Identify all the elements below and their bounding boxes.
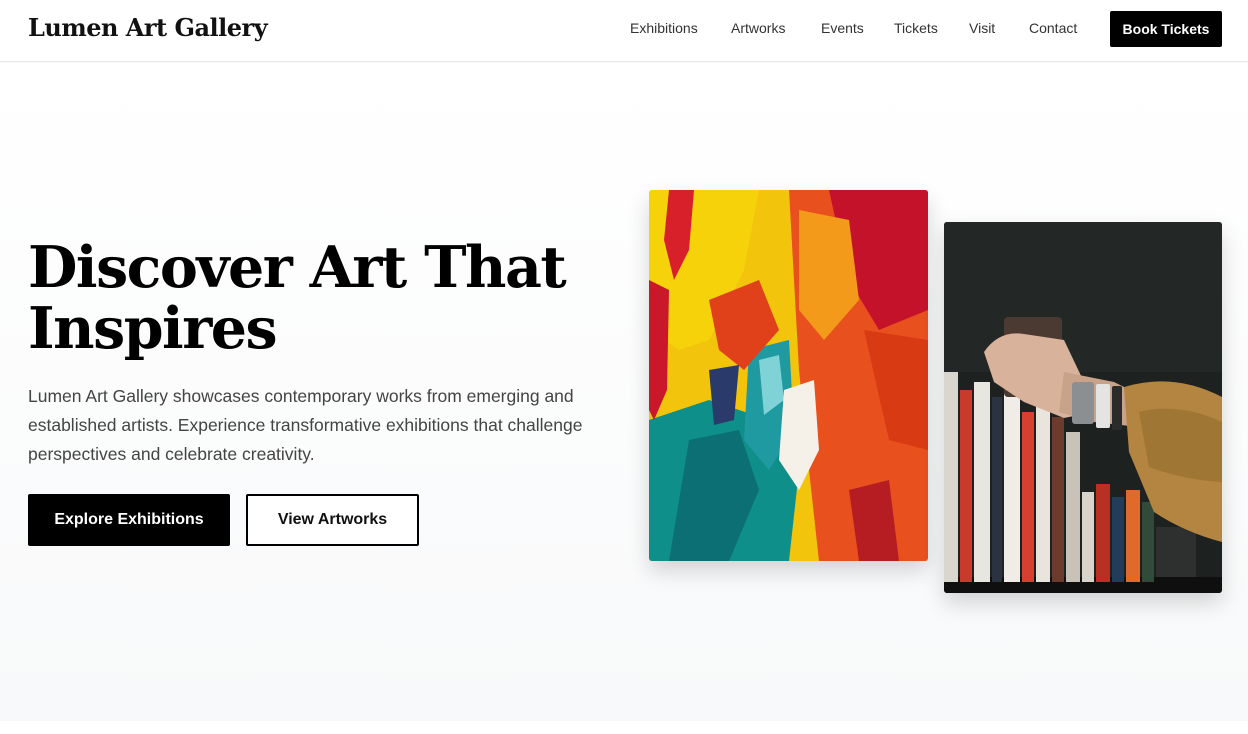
nav-events[interactable]: Events: [821, 20, 864, 36]
nav-artworks[interactable]: Artworks: [731, 20, 785, 36]
bookshelf-hand-graphic: [944, 222, 1222, 593]
hero-title-line-1: Discover Art That: [28, 234, 567, 301]
bookshelf-hand-image[interactable]: [944, 222, 1222, 593]
nav-visit[interactable]: Visit: [969, 20, 995, 36]
nav-contact[interactable]: Contact: [1029, 20, 1077, 36]
hero-title-line-2: Inspires: [28, 295, 278, 362]
hero-description: Lumen Art Gallery showcases contemporary…: [28, 386, 583, 464]
view-artworks-button[interactable]: View Artworks: [246, 494, 419, 546]
abstract-painting-image[interactable]: [649, 190, 928, 561]
nav-tickets[interactable]: Tickets: [894, 20, 938, 36]
site-header: Lumen Art Gallery Exhibitions Artworks E…: [0, 0, 1248, 62]
book-tickets-button[interactable]: Book Tickets: [1110, 11, 1222, 47]
abstract-painting-graphic: [649, 190, 928, 561]
section-divider: [0, 721, 1248, 734]
nav-exhibitions[interactable]: Exhibitions: [630, 20, 698, 36]
hero-title: Discover Art That Inspires: [28, 237, 628, 359]
explore-exhibitions-button[interactable]: Explore Exhibitions: [28, 494, 230, 546]
brand-logo[interactable]: Lumen Art Gallery: [28, 13, 268, 42]
hero-section: Discover Art That Inspires Lumen Art Gal…: [0, 63, 1248, 721]
